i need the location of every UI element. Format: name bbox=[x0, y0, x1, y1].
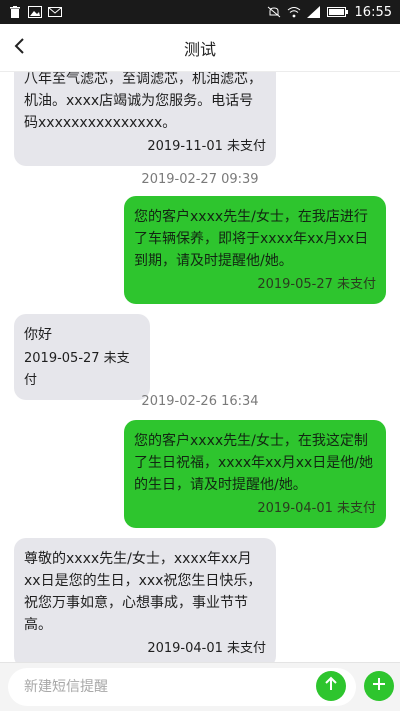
message-timestamp: 2019-02-26 16:34 bbox=[141, 394, 259, 409]
message-timestamp: 2019-02-27 09:39 bbox=[141, 172, 259, 187]
message-bubble-received[interactable]: 你好 2019-05-27 未支付 bbox=[14, 314, 150, 400]
mute-icon bbox=[267, 6, 281, 18]
message-meta: 2019-04-01 未支付 bbox=[147, 641, 266, 656]
message-meta: 2019-05-27 未支付 bbox=[257, 277, 376, 292]
back-button[interactable] bbox=[6, 32, 34, 64]
message-text: 您的客户xxxx先生/女士，在我这定制了生日祝福，xxxx年xx月xx日是他/她… bbox=[134, 433, 373, 493]
back-arrow-icon bbox=[13, 37, 27, 59]
nav-bar: 测试 bbox=[0, 24, 400, 72]
mail-icon bbox=[48, 6, 62, 18]
message-text: 八年至气滤芯，至调滤芯，机油滤芯，机油。xxxx店竭诚为您服务。电话号码xxxx… bbox=[24, 72, 262, 131]
message-text: 您的客户xxxx先生/女士，在我店进行了车辆保养，即将于xxxx年xx月xx日到… bbox=[134, 209, 369, 269]
message-meta: 2019-05-27 未支付 bbox=[24, 351, 130, 388]
message-meta: 2019-04-01 未支付 bbox=[257, 501, 376, 516]
message-text: 尊敬的xxxx先生/女士，xxxx年xx月xx日是您的生日，xxx祝您生日快乐，… bbox=[24, 551, 262, 633]
message-bubble-received[interactable]: 尊敬的xxxx先生/女士，xxxx年xx月xx日是您的生日，xxx祝您生日快乐，… bbox=[14, 538, 276, 662]
new-sms-reminder-input[interactable] bbox=[8, 668, 356, 706]
status-bar: 16:55 bbox=[0, 0, 400, 24]
add-button[interactable] bbox=[364, 671, 394, 701]
message-list: 八年至气滤芯，至调滤芯，机油滤芯，机油。xxxx店竭诚为您服务。电话号码xxxx… bbox=[0, 72, 400, 662]
message-bubble-sent[interactable]: 您的客户xxxx先生/女士，在我店进行了车辆保养，即将于xxxx年xx月xx日到… bbox=[124, 196, 386, 304]
add-icon bbox=[371, 676, 387, 696]
send-arrow-up-icon bbox=[323, 676, 339, 696]
message-text: 你好 bbox=[24, 327, 52, 343]
send-button[interactable] bbox=[316, 671, 346, 701]
message-bubble-received[interactable]: 八年至气滤芯，至调滤芯，机油滤芯，机油。xxxx店竭诚为您服务。电话号码xxxx… bbox=[14, 72, 276, 166]
message-meta: 2019-11-01 未支付 bbox=[147, 139, 266, 154]
battery-icon bbox=[326, 6, 349, 18]
status-time: 16:55 bbox=[354, 4, 392, 20]
wifi-icon bbox=[287, 6, 301, 18]
signal-icon bbox=[306, 6, 321, 18]
message-bubble-sent[interactable]: 您的客户xxxx先生/女士，在我这定制了生日祝福，xxxx年xx月xx日是他/她… bbox=[124, 420, 386, 528]
image-icon bbox=[28, 6, 42, 18]
page-title: 测试 bbox=[183, 39, 216, 59]
trash-icon bbox=[8, 6, 22, 18]
status-left-icons bbox=[8, 6, 62, 18]
status-right-icons: 16:55 bbox=[267, 5, 392, 20]
